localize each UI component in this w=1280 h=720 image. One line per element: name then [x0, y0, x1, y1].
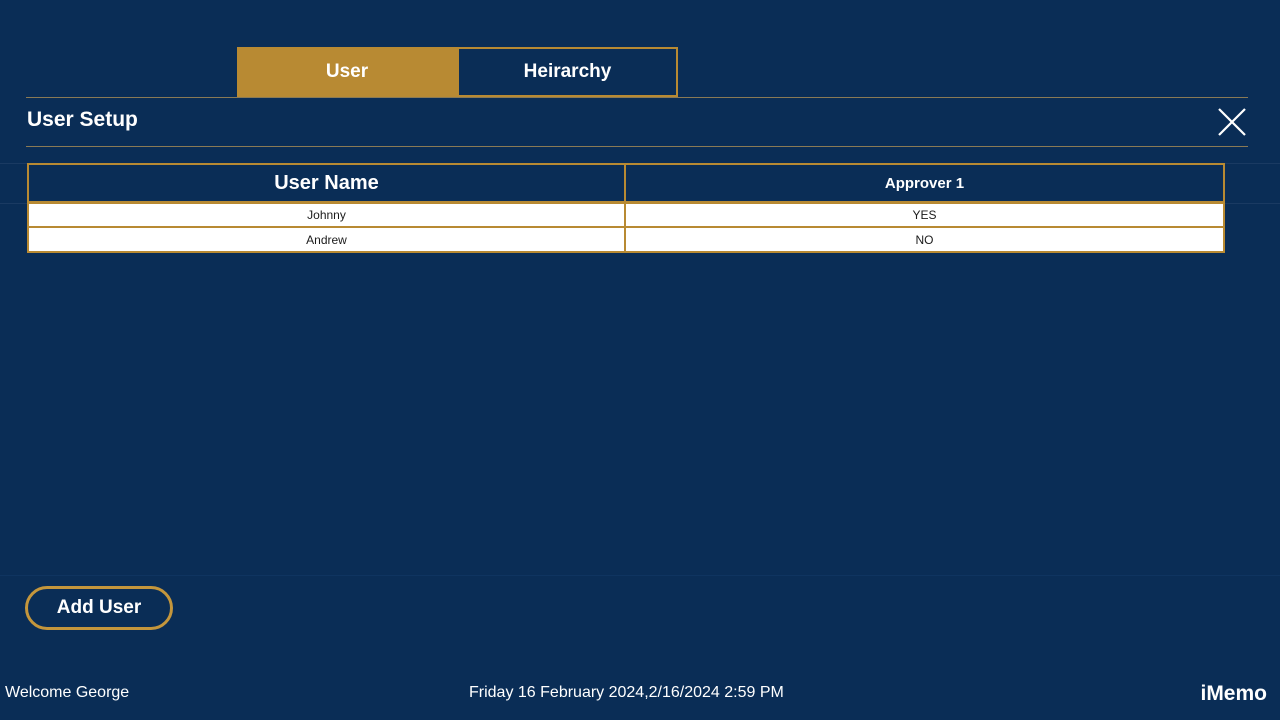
tab-user[interactable]: User — [237, 47, 457, 97]
welcome-text: Welcome George — [5, 684, 130, 701]
divider — [26, 146, 1248, 147]
user-table: User Name Approver 1 Johnny YES Andrew N… — [27, 163, 1225, 253]
cell-user-name: Johnny — [27, 203, 626, 228]
app-logo-text: iMemo — [1200, 682, 1267, 705]
cell-approver-1: NO — [626, 228, 1225, 253]
cell-user-name: Andrew — [27, 228, 626, 253]
date-time-text: Friday 16 February 2024,2/16/2024 2:59 P… — [469, 684, 784, 701]
divider — [26, 97, 1248, 98]
tab-heirarchy[interactable]: Heirarchy — [457, 47, 678, 97]
tab-bar: User Heirarchy — [237, 47, 678, 97]
column-header-approver-1: Approver 1 — [626, 163, 1225, 203]
close-icon — [1218, 108, 1246, 136]
column-header-user-name: User Name — [27, 163, 626, 203]
divider — [0, 575, 1280, 576]
add-user-button[interactable]: Add User — [25, 586, 173, 630]
cell-approver-1: YES — [626, 203, 1225, 228]
user-setup-screen: User Heirarchy User Setup User Name Appr… — [0, 0, 1280, 720]
table-row[interactable]: Andrew NO — [27, 228, 1225, 253]
page-title: User Setup — [27, 108, 138, 131]
close-button[interactable] — [1216, 106, 1248, 138]
table-header: User Name Approver 1 — [27, 163, 1225, 203]
table-row[interactable]: Johnny YES — [27, 203, 1225, 228]
